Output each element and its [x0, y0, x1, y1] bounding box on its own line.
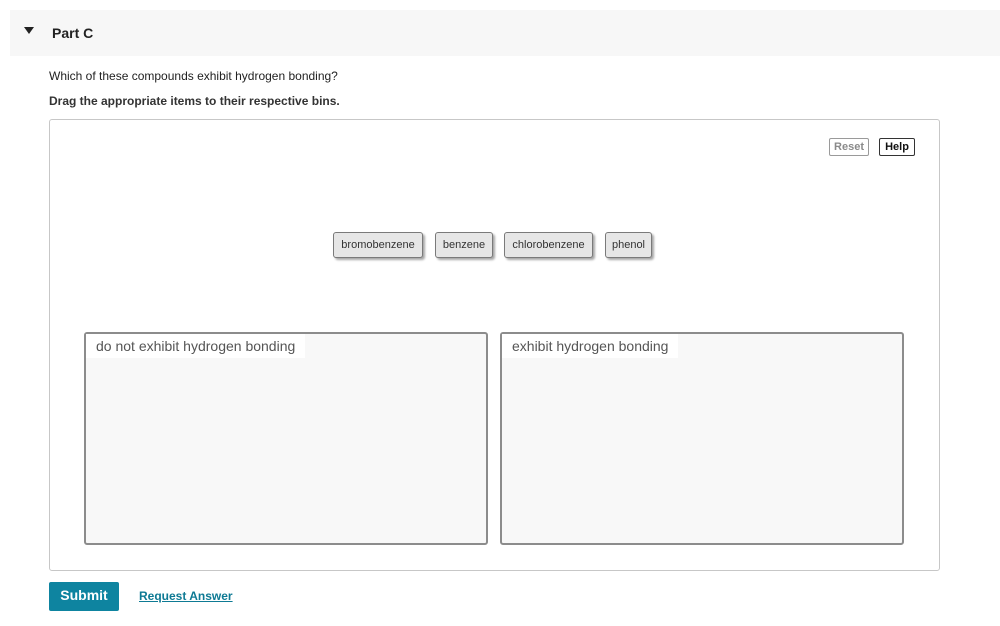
- bin-label: exhibit hydrogen bonding: [502, 334, 679, 358]
- reset-button[interactable]: Reset: [829, 138, 869, 156]
- bin-hydrogen-bonding[interactable]: exhibit hydrogen bonding: [500, 332, 904, 545]
- bin-no-hydrogen-bonding[interactable]: do not exhibit hydrogen bonding: [84, 332, 488, 545]
- request-answer-link[interactable]: Request Answer: [139, 589, 233, 603]
- drag-token-chlorobenzene[interactable]: chlorobenzene: [504, 232, 593, 258]
- caret-down-icon[interactable]: [24, 27, 34, 34]
- drag-token-phenol[interactable]: phenol: [605, 232, 652, 258]
- drag-and-drop-panel: Reset Help bromobenzene benzene chlorobe…: [49, 119, 940, 571]
- part-title: Part C: [52, 25, 94, 41]
- part-header[interactable]: Part C: [10, 10, 1000, 56]
- submit-button[interactable]: Submit: [49, 582, 119, 611]
- bin-label: do not exhibit hydrogen bonding: [86, 334, 306, 358]
- help-button[interactable]: Help: [879, 138, 915, 156]
- drag-token-bromobenzene[interactable]: bromobenzene: [333, 232, 423, 258]
- question-text: Which of these compounds exhibit hydroge…: [49, 69, 338, 83]
- instruction-text: Drag the appropriate items to their resp…: [49, 94, 340, 108]
- drag-token-benzene[interactable]: benzene: [435, 232, 493, 258]
